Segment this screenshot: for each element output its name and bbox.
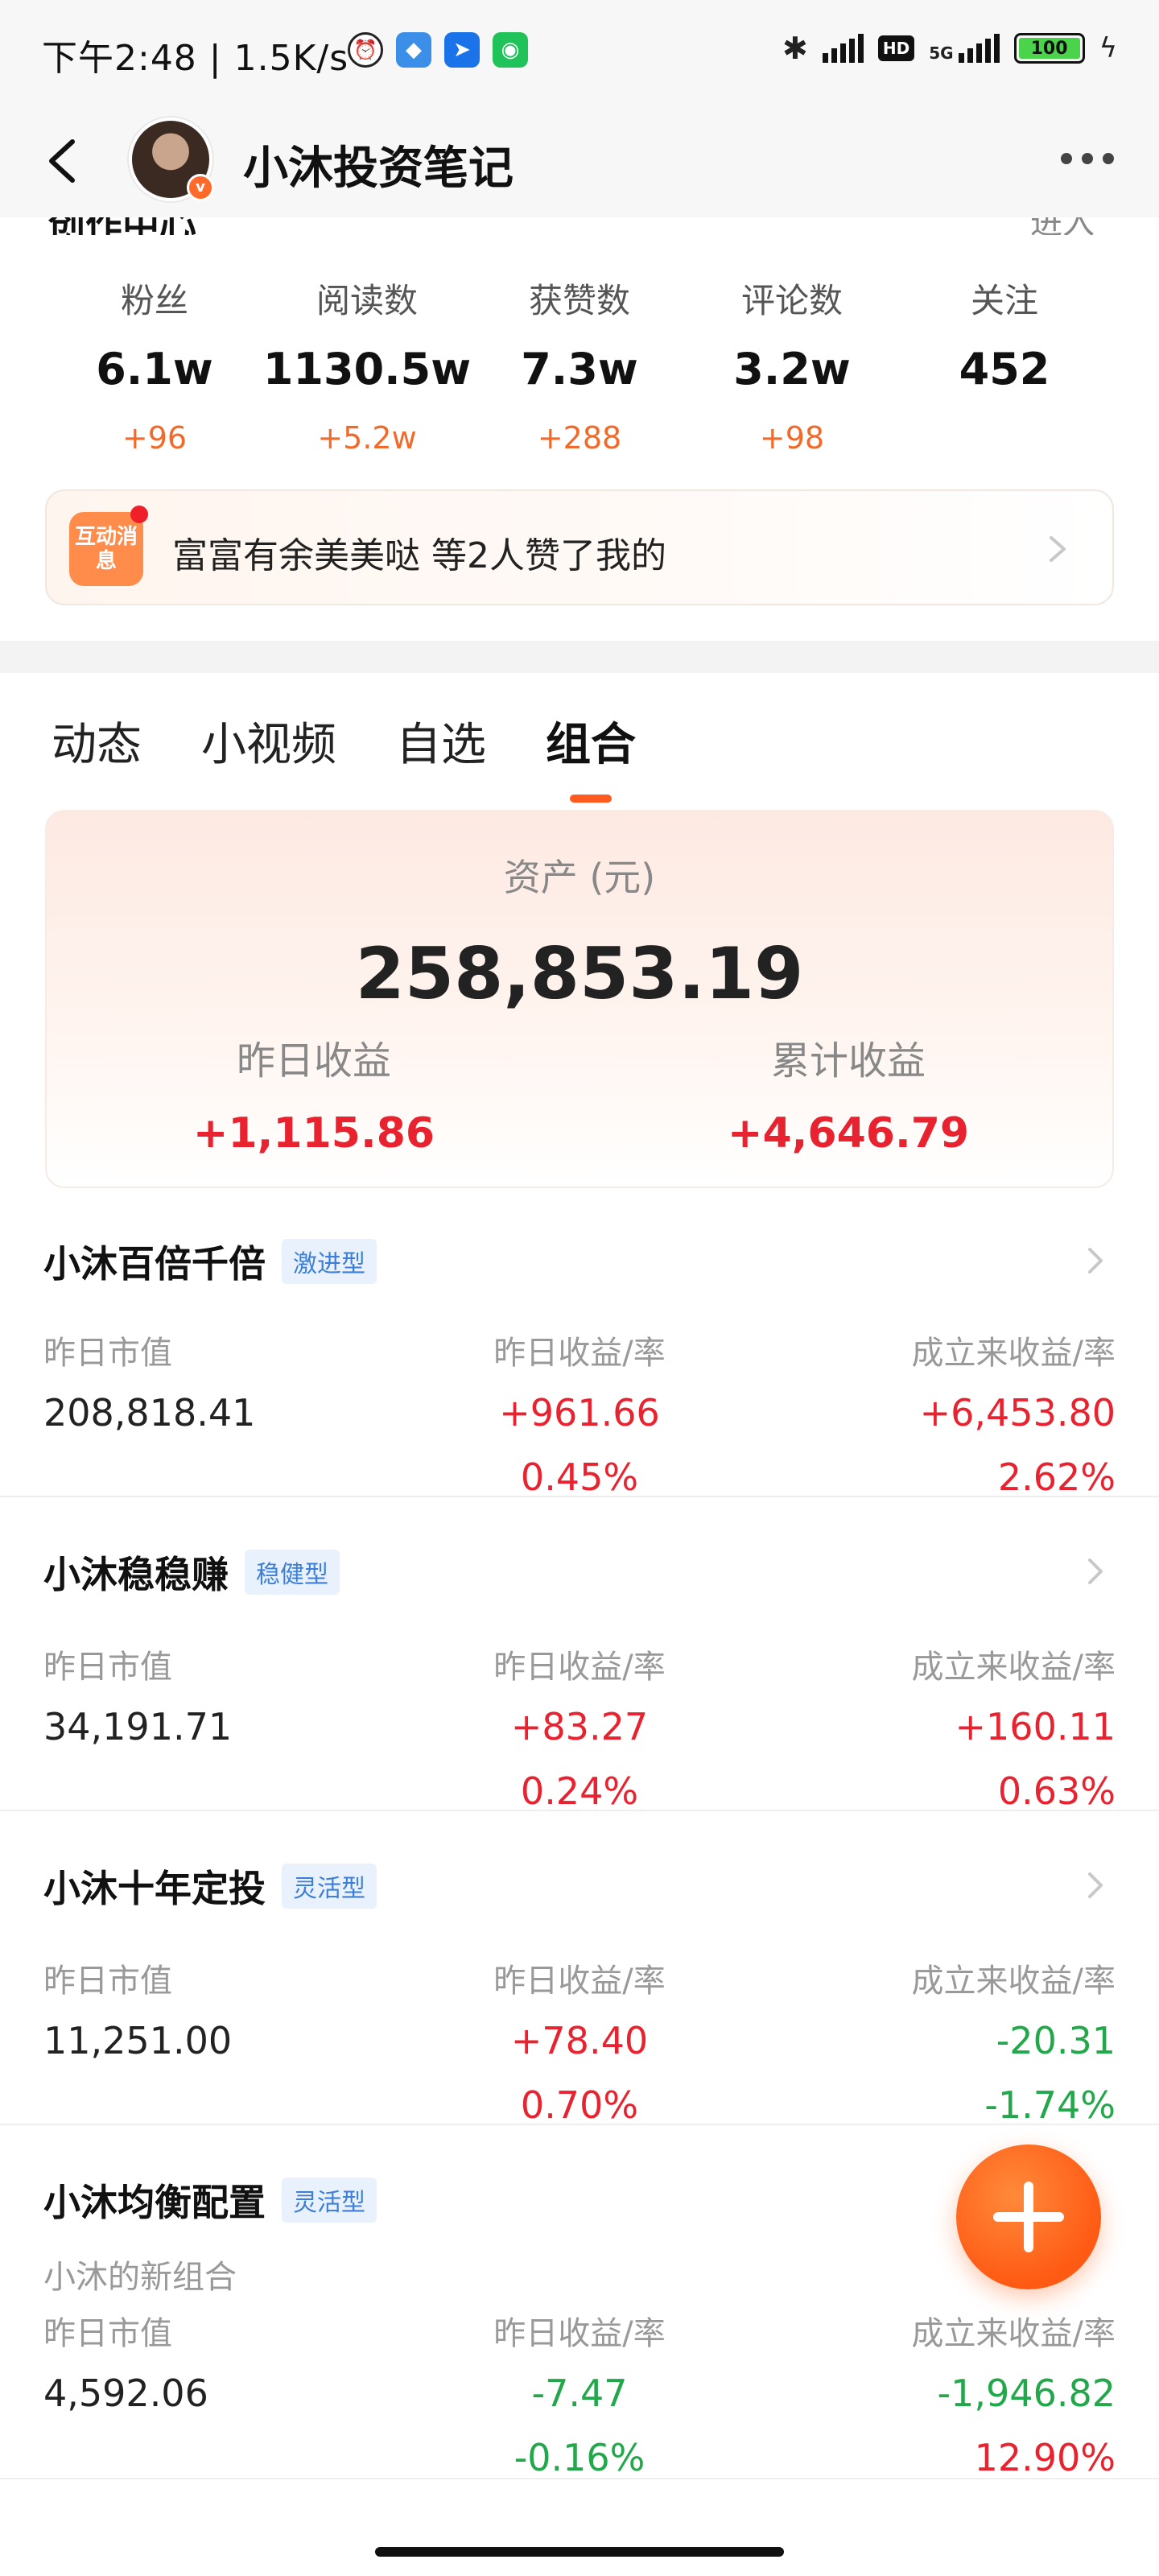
stat-fans[interactable]: 粉丝 6.1w +96 [48, 274, 261, 456]
day-gain-header: 昨日收益/率 [493, 1649, 666, 1686]
top-nav: v 小沐投资笔记 [0, 105, 1159, 217]
portfolio-name: 小沐十年定投 [43, 1867, 266, 1910]
portfolio-metrics: 昨日市值 34,191.71 昨日收益/率 +83.27 0.24% 成立来收益… [43, 1641, 1116, 1813]
day-gain: +78.40 [510, 2019, 649, 2062]
content-tabs: 动态 小视频 自选 组合 [52, 708, 695, 803]
market-value-header: 昨日市值 [43, 1335, 172, 1372]
portfolio-type-tag: 激进型 [282, 1239, 377, 1284]
portfolio-type-tag: 稳健型 [245, 1550, 340, 1595]
day-gain-header: 昨日收益/率 [493, 1963, 666, 2000]
creator-stats: 粉丝 6.1w +96 阅读数 1130.5w +5.2w 获赞数 7.3w +… [48, 274, 1111, 456]
alarm-icon: ⏰ [348, 32, 383, 68]
asset-summary-card: 资产 (元) 258,853.19 昨日收益 +1,115.86 累计收益 +4… [45, 810, 1114, 1188]
day-rate: 0.24% [520, 1769, 639, 1813]
asset-label: 资产 (元) [503, 856, 656, 899]
tab-portfolios[interactable]: 组合 [546, 708, 636, 803]
navigation-app-icon: ➤ [444, 32, 480, 68]
market-value-header: 昨日市值 [43, 1649, 172, 1686]
total-gain-value: +6,453.80 [919, 1391, 1116, 1435]
total-gain-value: -20.31 [996, 2019, 1116, 2062]
creator-center-enter-link[interactable]: 进入 [1030, 217, 1095, 235]
page-title: 小沐投资笔记 [243, 142, 514, 195]
portfolio-item[interactable]: 小沐百倍千倍 激进型 昨日市值 208,818.41 昨日收益/率 +961.6… [0, 1211, 1159, 1499]
total-gain-header: 成立来收益/率 [911, 2315, 1116, 2352]
tab-watchlist[interactable]: 自选 [396, 708, 486, 774]
total-gain-header: 成立来收益/率 [911, 1963, 1116, 2000]
notification-icons: ⏰ ◆ ➤ ◉ [348, 32, 528, 68]
total-gain-header: 成立来收益/率 [911, 1649, 1116, 1686]
market-value-header: 昨日市值 [43, 2315, 172, 2352]
stat-comments[interactable]: 评论数 3.2w +98 [686, 274, 898, 456]
more-options-icon[interactable] [1061, 153, 1114, 164]
total-rate: -1.74% [984, 2083, 1116, 2127]
total-gain-header: 成立来收益/率 [911, 1335, 1116, 1372]
total-rate: 12.90% [974, 2436, 1116, 2479]
home-indicator[interactable] [375, 2547, 784, 2557]
market-value: 208,818.41 [43, 1391, 256, 1435]
total-gain: 累计收益 +4,646.79 [727, 1038, 970, 1158]
market-value: 4,592.06 [43, 2372, 208, 2415]
chevron-right-icon [1088, 1558, 1103, 1584]
tab-posts[interactable]: 动态 [52, 708, 142, 774]
portfolio-subtitle: 小沐的新组合 [43, 2259, 237, 2296]
portfolio-metrics: 昨日市值 11,251.00 昨日收益/率 +78.40 0.70% 成立来收益… [43, 1955, 1116, 2127]
stat-likes[interactable]: 获赞数 7.3w +288 [473, 274, 686, 456]
total-rate: 0.63% [997, 1769, 1116, 1813]
creator-center-header: 创作中心 进入 [0, 217, 1159, 235]
total-rate: 2.62% [997, 1455, 1116, 1499]
day-gain-header: 昨日收益/率 [493, 1335, 666, 1372]
day-gain: +83.27 [510, 1705, 649, 1748]
day-gain: +961.66 [499, 1391, 660, 1435]
5g-signal-icon: 5G [929, 34, 1000, 63]
status-time: 下午2:48 | 1.5K/s [42, 38, 349, 79]
day-gain-header: 昨日收益/率 [493, 2315, 666, 2352]
creator-center-title: 创作中心 [48, 217, 196, 235]
day-rate: 0.70% [520, 2083, 639, 2127]
hd-badge: HD [877, 35, 915, 61]
market-value: 11,251.00 [43, 2019, 233, 2062]
battery-icon: 100 [1013, 33, 1085, 64]
add-portfolio-button[interactable] [956, 2145, 1101, 2289]
market-value-header: 昨日市值 [43, 1963, 172, 2000]
portfolio-item[interactable]: 小沐十年定投 灵活型 昨日市值 11,251.00 昨日收益/率 +78.40 … [0, 1835, 1159, 2127]
signal-icon [822, 34, 864, 63]
bluetooth-icon: ✱ [782, 31, 808, 66]
stat-reads[interactable]: 阅读数 1130.5w +5.2w [261, 274, 473, 456]
portfolio-name: 小沐百倍千倍 [43, 1242, 266, 1286]
verified-badge: v [187, 174, 214, 201]
system-icons: ✱ HD 5G 100 ϟ [782, 31, 1117, 66]
portfolio-metrics: 昨日市值 208,818.41 昨日收益/率 +961.66 0.45% 成立来… [43, 1327, 1116, 1499]
stat-following[interactable]: 关注 452 [898, 274, 1111, 456]
portfolio-item[interactable]: 小沐稳稳赚 稳健型 昨日市值 34,191.71 昨日收益/率 +83.27 0… [0, 1521, 1159, 1813]
charging-icon: ϟ [1099, 32, 1117, 64]
unread-dot [130, 506, 148, 523]
day-rate: 0.45% [520, 1455, 639, 1499]
interaction-notice[interactable]: 互动消息 富富有余美美哒 等2人赞了我的 [45, 489, 1114, 605]
portfolio-type-tag: 灵活型 [282, 1864, 377, 1909]
chevron-right-icon [1050, 536, 1066, 562]
active-tab-indicator [570, 795, 612, 803]
total-gain-value: -1,946.82 [937, 2372, 1116, 2415]
portfolio-name: 小沐稳稳赚 [43, 1553, 229, 1596]
map-app-icon: ◆ [396, 32, 431, 68]
chevron-right-icon [1088, 1248, 1103, 1274]
day-rate: -0.16% [514, 2436, 645, 2479]
asset-value: 258,853.19 [355, 932, 804, 1015]
back-arrow-icon[interactable] [40, 137, 89, 185]
chevron-right-icon [1088, 1872, 1103, 1898]
tab-portfolios-label: 组合 [546, 719, 636, 771]
portfolio-metrics: 昨日市值 4,592.06 昨日收益/率 -7.47 -0.16% 成立来收益/… [43, 2307, 1116, 2479]
section-divider [0, 641, 1159, 673]
wechat-icon: ◉ [493, 32, 528, 68]
day-gain: -7.47 [531, 2372, 628, 2415]
yesterday-gain: 昨日收益 +1,115.86 [192, 1038, 435, 1158]
interaction-message-icon: 互动消息 [69, 512, 143, 586]
notice-text: 富富有余美美哒 等2人赞了我的 [172, 535, 666, 576]
market-value: 34,191.71 [43, 1705, 233, 1748]
total-gain-value: +160.11 [955, 1705, 1116, 1748]
portfolio-name: 小沐均衡配置 [43, 2181, 266, 2224]
portfolio-type-tag: 灵活型 [282, 2178, 377, 2223]
status-bar: 下午2:48 | 1.5K/s ⏰ ◆ ➤ ◉ ✱ HD 5G 100 ϟ [0, 0, 1159, 105]
tab-short-videos[interactable]: 小视频 [201, 708, 336, 774]
